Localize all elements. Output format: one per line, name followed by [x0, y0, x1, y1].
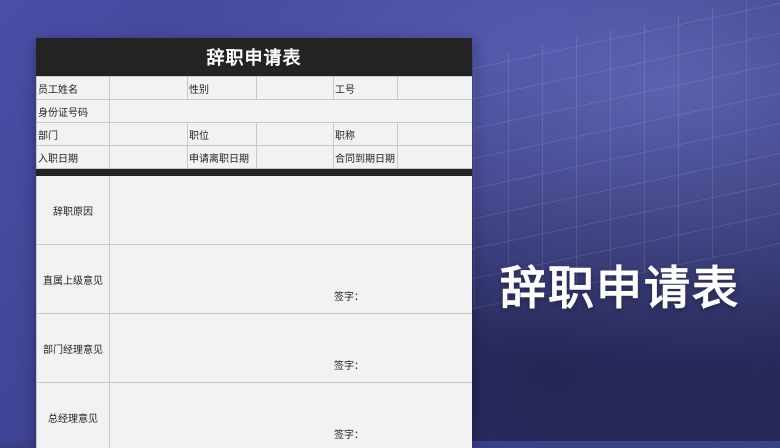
resignation-form: 辞职申请表 员工姓名 性别 工号 身份证号码 部门 职位 职称 入职日期	[36, 38, 472, 448]
join-date-label: 入职日期	[37, 146, 110, 169]
name-field[interactable]	[110, 77, 188, 100]
form-table: 员工姓名 性别 工号 身份证号码 部门 职位 职称 入职日期 申请离职日期 合同…	[36, 76, 472, 448]
dept-manager-opinion-label: 部门经理意见	[37, 314, 110, 383]
table-row: 部门经理意见 签字：	[37, 314, 473, 383]
table-row: 身份证号码	[37, 100, 473, 123]
department-label: 部门	[37, 123, 110, 146]
position-label: 职位	[188, 123, 257, 146]
signature-label: 签字：	[334, 426, 364, 441]
separator-row	[37, 169, 473, 176]
rank-label: 职称	[334, 123, 398, 146]
supervisor-opinion-field[interactable]: 签字：	[110, 245, 473, 314]
idcard-field[interactable]	[110, 100, 473, 123]
table-row: 直属上级意见 签字：	[37, 245, 473, 314]
position-field[interactable]	[257, 123, 334, 146]
table-row: 部门 职位 职称	[37, 123, 473, 146]
name-label: 员工姓名	[37, 77, 110, 100]
gender-label: 性别	[188, 77, 257, 100]
table-row: 员工姓名 性别 工号	[37, 77, 473, 100]
signature-label: 签字：	[334, 288, 364, 303]
gender-field[interactable]	[257, 77, 334, 100]
department-field[interactable]	[110, 123, 188, 146]
employee-id-field[interactable]	[398, 77, 473, 100]
form-title: 辞职申请表	[36, 38, 472, 76]
reason-field[interactable]	[110, 176, 473, 245]
table-row: 总经理意见 签字：	[37, 383, 473, 448]
contract-end-field[interactable]	[398, 146, 473, 169]
leave-date-field[interactable]	[257, 146, 334, 169]
supervisor-opinion-label: 直属上级意见	[37, 245, 110, 314]
page-headline: 辞职申请表	[500, 252, 740, 318]
contract-end-label: 合同到期日期	[334, 146, 398, 169]
signature-label: 签字：	[334, 357, 364, 372]
gm-opinion-label: 总经理意见	[37, 383, 110, 448]
dept-manager-opinion-field[interactable]: 签字：	[110, 314, 473, 383]
idcard-label: 身份证号码	[37, 100, 110, 123]
gm-opinion-field[interactable]: 签字：	[110, 383, 473, 448]
join-date-field[interactable]	[110, 146, 188, 169]
separator-bar	[37, 169, 473, 176]
table-row: 入职日期 申请离职日期 合同到期日期	[37, 146, 473, 169]
table-row: 辞职原因	[37, 176, 473, 245]
employee-id-label: 工号	[334, 77, 398, 100]
leave-date-label: 申请离职日期	[188, 146, 257, 169]
reason-label: 辞职原因	[37, 176, 110, 245]
rank-field[interactable]	[398, 123, 473, 146]
